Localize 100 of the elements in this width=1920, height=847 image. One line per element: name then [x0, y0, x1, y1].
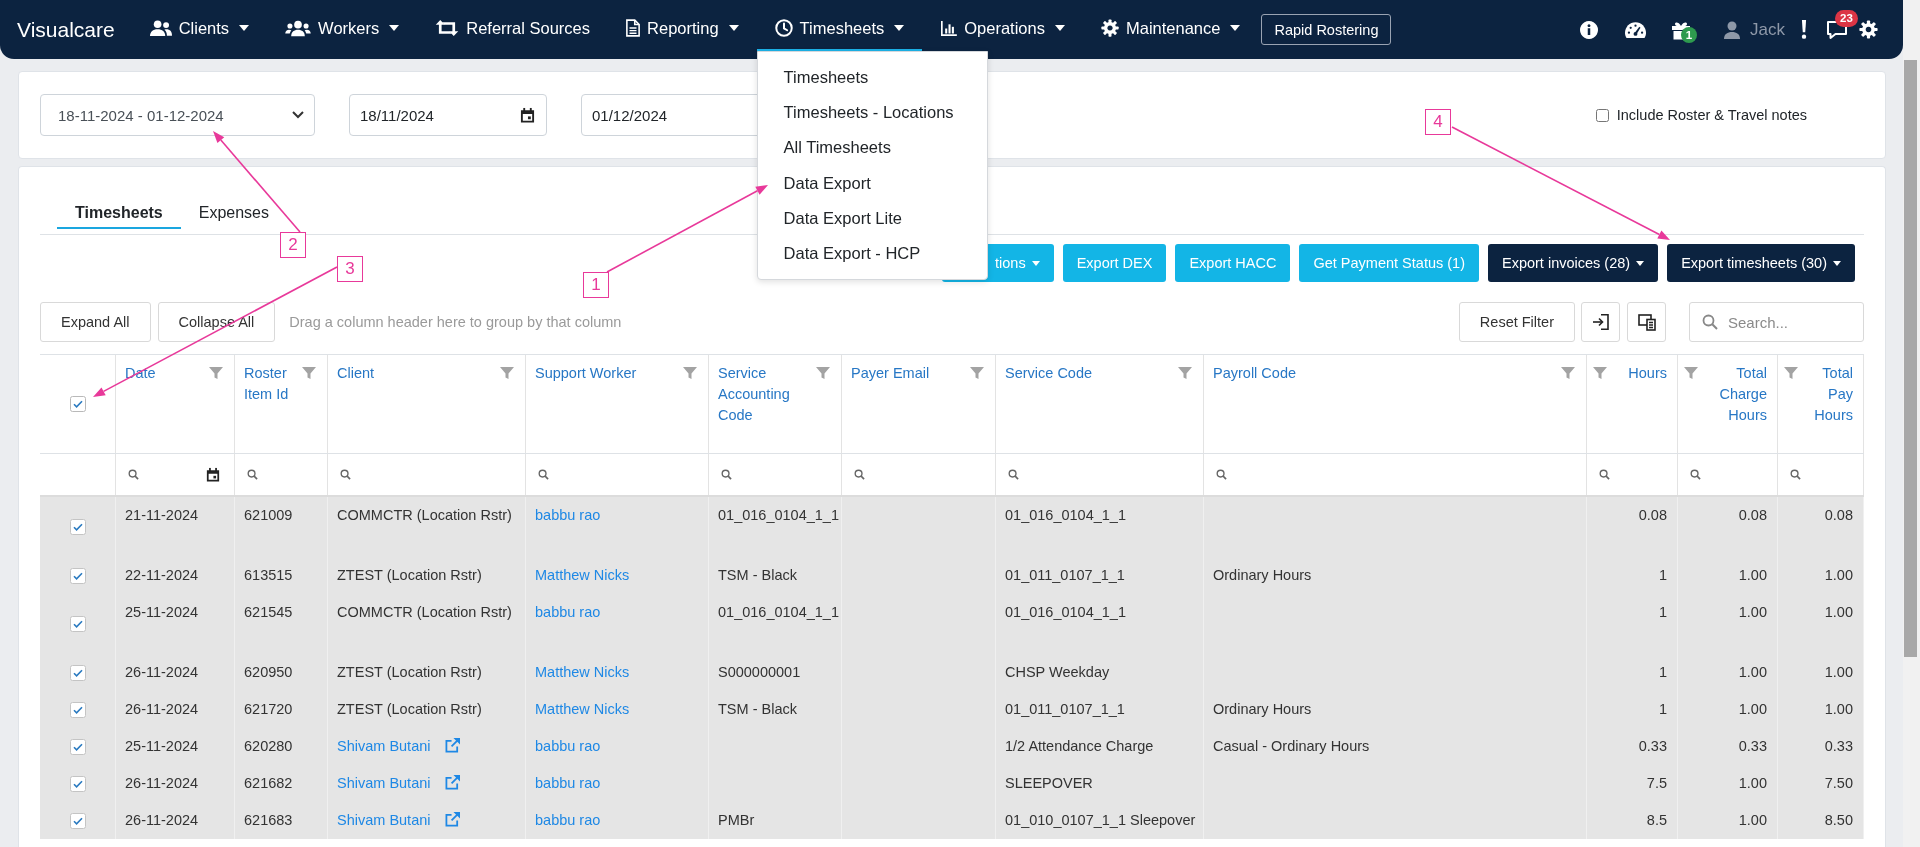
- row-checkbox[interactable]: [69, 664, 86, 681]
- column-header[interactable]: Client: [328, 355, 526, 453]
- column-header[interactable]: Payer Email: [842, 355, 996, 453]
- external-link-icon[interactable]: [444, 812, 460, 827]
- brand-name[interactable]: Visualcare: [17, 17, 115, 42]
- checkbox-label[interactable]: Include Roster & Travel notes: [1616, 107, 1807, 123]
- nav-menu-item[interactable]: Maintenance: [1083, 0, 1259, 51]
- user-name[interactable]: Jack: [1750, 19, 1785, 40]
- window-list-icon: [1637, 313, 1656, 331]
- clock-icon: [774, 19, 793, 37]
- group-icon: [285, 19, 312, 37]
- filter-icon[interactable]: [1178, 367, 1192, 380]
- search-field[interactable]: Search...: [1689, 302, 1864, 342]
- filter-icon[interactable]: [970, 367, 984, 380]
- export-button[interactable]: [1581, 302, 1620, 342]
- toolbar-button[interactable]: Collapse All: [157, 302, 276, 342]
- menu-item[interactable]: Data Export Lite: [757, 200, 987, 236]
- table-cell: 1.00: [1678, 802, 1778, 839]
- nav-menu-item[interactable]: Operations: [922, 0, 1083, 51]
- search-icon: [1599, 469, 1610, 480]
- filter-icon[interactable]: [683, 367, 697, 380]
- column-header[interactable]: Hours: [1587, 355, 1678, 453]
- calendar-icon[interactable]: [520, 107, 535, 123]
- filter-icon[interactable]: [209, 367, 223, 380]
- gauge-icon[interactable]: [1625, 20, 1647, 39]
- settings-icon[interactable]: [1859, 20, 1878, 39]
- search-icon: [128, 469, 139, 480]
- row-checkbox[interactable]: [69, 519, 86, 535]
- column-header[interactable]: Support Worker: [526, 355, 709, 453]
- scrollbar-thumb[interactable]: [1904, 60, 1917, 657]
- filter-icon[interactable]: [302, 367, 316, 380]
- nav-menu-item[interactable]: Workers: [267, 0, 418, 51]
- count-badge: 1: [1681, 26, 1698, 43]
- column-header[interactable]: Roster Item Id: [235, 355, 328, 453]
- column-header[interactable]: Service Accounting Code: [709, 355, 842, 453]
- search-icon: [247, 469, 258, 480]
- action-button[interactable]: Export invoices (28): [1488, 244, 1659, 282]
- reset-filter-button[interactable]: Reset Filter: [1458, 302, 1575, 342]
- nav-menu-item[interactable]: Clients: [131, 0, 268, 51]
- table-row[interactable]: 26-11-2024 620950 ZTEST (Location Rstr) Matthew Nicks S000000001 CHSP Weekday 1 1.00 1.00: [40, 654, 1864, 691]
- search-icon: [538, 469, 549, 480]
- action-button[interactable]: Export timesheets (30): [1667, 244, 1855, 282]
- external-link-icon[interactable]: [444, 775, 460, 790]
- table-row[interactable]: 26-11-2024 621720 ZTEST (Location Rstr) Matthew Nicks TSM - Black 01_011_0107_1_1 Ordinary Hours 1 1.00 1.00: [40, 691, 1864, 728]
- exclamation-icon[interactable]: [1801, 20, 1807, 39]
- column-header[interactable]: Total Pay Hours: [1778, 355, 1864, 453]
- filter-icon[interactable]: [1784, 367, 1798, 380]
- filter-icon[interactable]: [1593, 367, 1607, 380]
- tab[interactable]: Timesheets: [57, 192, 181, 229]
- table-row[interactable]: 25-11-2024 621545 COMMCTR (Location Rstr) babbu rao 01_016_0104_1_1 01_016_0104_1_1 1 1.00 1.00: [40, 594, 1864, 654]
- user-icon[interactable]: [1724, 20, 1741, 39]
- row-checkbox[interactable]: [69, 775, 86, 792]
- table-cell: 01_010_0107_1_1 Sleepover: [996, 802, 1204, 839]
- filter-icon[interactable]: [816, 367, 830, 380]
- scrollbar[interactable]: [1903, 0, 1920, 847]
- table-row[interactable]: 22-11-2024 613515 ZTEST (Location Rstr) Matthew Nicks TSM - Black 01_011_0107_1_1 Ordinary Hours 1 1.00 1.00: [40, 557, 1864, 594]
- column-chooser-button[interactable]: [1627, 302, 1666, 342]
- search-icon: [1690, 469, 1701, 480]
- document-icon: [626, 19, 641, 37]
- column-header[interactable]: Total Charge Hours: [1678, 355, 1778, 453]
- chevron-down-icon: [292, 111, 304, 119]
- filter-icon[interactable]: [500, 367, 514, 380]
- menu-item[interactable]: Data Export: [757, 165, 987, 201]
- search-icon: [1790, 469, 1801, 480]
- row-checkbox[interactable]: [69, 616, 86, 632]
- column-header[interactable]: Payroll Code: [1204, 355, 1587, 453]
- table-cell: 26-11-2024: [116, 802, 235, 839]
- checkbox[interactable]: [1595, 108, 1609, 122]
- row-checkbox[interactable]: [69, 738, 86, 755]
- bar-chart-icon: [940, 20, 958, 36]
- table-row[interactable]: 21-11-2024 621009 COMMCTR (Location Rstr) babbu rao 01_016_0104_1_1 01_016_0104_1_1 0.08 0.08 0.08: [40, 497, 1864, 557]
- calendar-icon[interactable]: [206, 467, 220, 482]
- filter-icon[interactable]: [1684, 367, 1698, 380]
- search-icon: [1216, 469, 1227, 480]
- table-row[interactable]: 26-11-2024 621682 Shivam Butani babbu rao SLEEPOVER 7.5 1.00 7.50: [40, 765, 1864, 802]
- table-cell: PMBr: [709, 802, 842, 839]
- info-icon[interactable]: [1580, 20, 1599, 39]
- callout-number: 2: [280, 232, 306, 258]
- users-icon: [149, 19, 172, 37]
- table-row[interactable]: 25-11-2024 620280 Shivam Butani babbu rao 1/2 Attendance Charge Casual - Ordinary Hours 0.33 0.33 0.33: [40, 728, 1864, 765]
- tab[interactable]: Expenses: [180, 192, 287, 229]
- enter-box-icon: [1591, 313, 1610, 331]
- table-row[interactable]: 26-11-2024 621683 Shivam Butani babbu rao PMBr 01_010_0107_1_1 Sleepover 8.5 1.00 8.50: [40, 802, 1864, 839]
- period-select[interactable]: 18-11-2024 - 01-12-2024: [40, 94, 315, 136]
- column-header[interactable]: Service Code: [996, 355, 1204, 453]
- nav-menu-item[interactable]: Referral Sources: [417, 0, 609, 51]
- rapid-rostering-button[interactable]: Rapid Rostering: [1261, 14, 1392, 45]
- search-icon: [340, 469, 351, 480]
- group-hint: Drag a column header here to group by that column: [289, 314, 622, 330]
- search-icon: [1008, 469, 1019, 480]
- filter-icon[interactable]: [1561, 367, 1575, 380]
- date-field[interactable]: 18/11/2024: [349, 94, 547, 136]
- external-link-icon[interactable]: [444, 738, 460, 753]
- select-all-checkbox[interactable]: [69, 396, 86, 412]
- row-checkbox[interactable]: [69, 701, 86, 718]
- menu-item[interactable]: Timesheets: [757, 60, 987, 96]
- toolbar-button[interactable]: Expand All: [40, 302, 151, 342]
- row-checkbox[interactable]: [69, 812, 86, 829]
- row-checkbox[interactable]: [69, 567, 86, 584]
- nav-menu-item[interactable]: Reporting: [608, 0, 757, 51]
